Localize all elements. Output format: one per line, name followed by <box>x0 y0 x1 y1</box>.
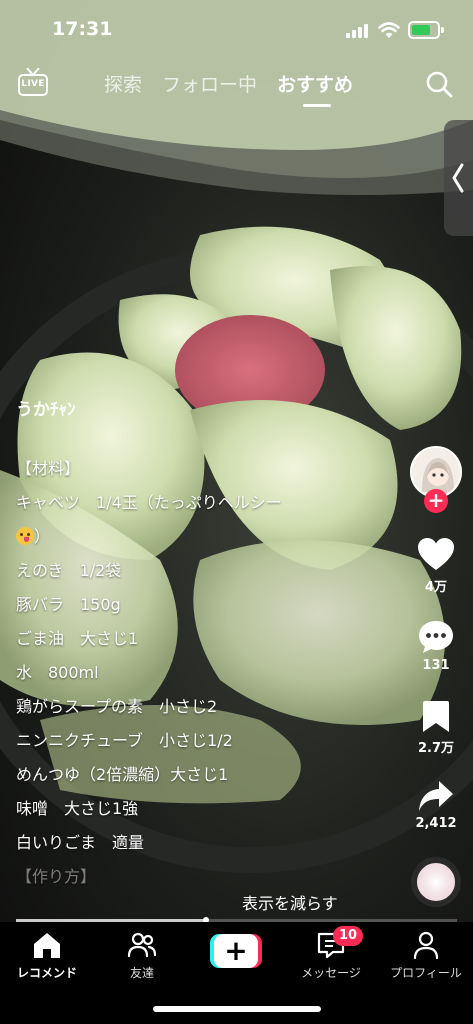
desc-line: 鶏がらスープの素 小さじ2 <box>16 697 218 716</box>
inbox-badge: 10 <box>333 926 364 946</box>
heart-icon <box>418 538 454 570</box>
desc-line: ごま油 大さじ1 <box>16 629 139 648</box>
desc-line: 味噌 大さじ1強 <box>16 799 139 818</box>
like-button[interactable]: 4万 <box>406 538 466 595</box>
nav-profile-label: プロフィール <box>390 966 462 980</box>
yum-emoji-icon <box>16 527 34 545</box>
desc-line-text: ） <box>34 527 51 546</box>
comment-button[interactable]: 131 <box>406 620 466 673</box>
profile-icon <box>413 931 439 960</box>
share-button[interactable]: 2,412 <box>406 780 466 831</box>
bookmark-button[interactable]: 2.7万 <box>406 701 466 756</box>
chevron-left-icon <box>452 163 464 193</box>
friends-icon <box>127 932 157 958</box>
bookmark-icon <box>423 701 449 732</box>
create-button[interactable]: + <box>210 934 262 968</box>
post-description[interactable]: 【材料】 キャベツ 1/4玉（たっぷりヘルシー ） えのき 1/2袋 豚バラ 1… <box>16 452 396 894</box>
nav-home[interactable]: レコメンド <box>2 930 92 981</box>
home-icon <box>34 933 60 958</box>
desc-line: ニンニクチューブ 小さじ1/2 <box>16 731 233 750</box>
follow-plus-button[interactable]: + <box>424 489 448 513</box>
desc-line: めんつゆ（2倍濃縮）大さじ1 <box>16 765 229 784</box>
plus-icon: + <box>214 934 258 968</box>
nav-profile[interactable]: プロフィール <box>381 930 471 981</box>
cellular-signal-icon <box>346 24 368 38</box>
show-less-button[interactable]: 表示を減らす <box>242 890 338 914</box>
desc-line: えのき 1/2袋 <box>16 561 122 580</box>
nav-friends[interactable]: 友達 <box>97 930 187 981</box>
top-nav: LIVE 探索 フォロー中 おすすめ <box>0 64 473 112</box>
nav-inbox-label: メッセージ <box>301 966 361 980</box>
nav-friends-label: 友達 <box>129 966 154 980</box>
status-bar: 17:31 <box>0 0 473 60</box>
tab-for-you[interactable]: おすすめ <box>277 70 353 107</box>
like-count: 4万 <box>424 580 448 595</box>
comment-count: 131 <box>422 658 450 673</box>
share-icon <box>419 781 453 811</box>
status-time: 17:31 <box>52 18 113 40</box>
live-button[interactable]: LIVE <box>16 68 52 100</box>
desc-line: 【作り方】 <box>16 867 97 886</box>
search-icon[interactable] <box>425 70 453 98</box>
desc-line: 白いりごま 適量 <box>16 833 145 852</box>
tab-following[interactable]: フォロー中 <box>162 70 257 97</box>
desc-line: 【材料】 <box>16 459 81 478</box>
live-label: LIVE <box>21 79 45 89</box>
desc-line: ） <box>16 520 396 554</box>
tab-explore[interactable]: 探索 <box>104 70 142 97</box>
wifi-icon <box>378 22 400 38</box>
bookmark-count: 2.7万 <box>417 741 455 756</box>
desc-line: キャベツ 1/4玉（たっぷりヘルシー <box>16 493 282 512</box>
side-drawer-handle[interactable] <box>444 120 473 236</box>
desc-line: 豚バラ 150g <box>16 595 121 614</box>
feed-tabs: 探索 フォロー中 おすすめ <box>104 70 353 107</box>
author-name[interactable]: うかﾁｬﾝ <box>16 395 76 420</box>
battery-icon <box>408 21 444 39</box>
desc-line: 水 800ml <box>16 663 99 682</box>
comment-icon <box>419 621 453 653</box>
home-indicator <box>153 1006 321 1012</box>
sound-disc[interactable] <box>411 857 461 907</box>
nav-home-label: レコメンド <box>16 966 77 980</box>
share-count: 2,412 <box>415 816 457 831</box>
